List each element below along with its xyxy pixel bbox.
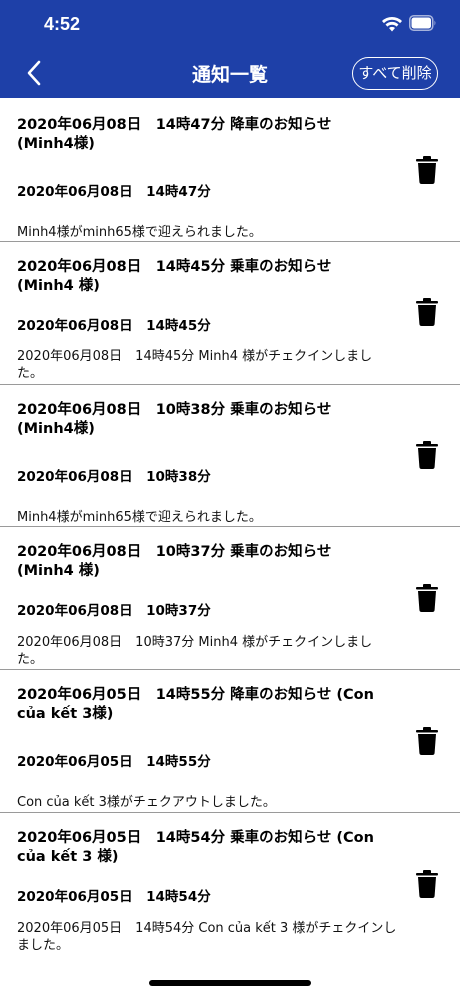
notification-message: Minh4様がminh65様で迎えられました。 [17,510,262,525]
trash-icon[interactable] [416,298,438,326]
notification-title: 2020年06月05日 14時54分 乗車のお知らせ (Con của kết … [17,830,374,865]
notification-datetime: 2020年06月08日 14時47分 [17,184,211,200]
notification-datetime: 2020年06月08日 10時37分 [17,603,211,619]
divider [0,812,460,813]
notification-title: 2020年06月05日 14時55分 降車のお知らせ (Con của kết … [17,687,374,722]
trash-icon[interactable] [416,727,438,755]
notification-message: Minh4様がminh65様で迎えられました。 [17,225,262,240]
battery-icon [409,15,436,31]
divider [0,241,460,242]
notification-datetime: 2020年06月05日 14時55分 [17,754,211,770]
trash-icon[interactable] [416,870,438,898]
nav-bar: 通知一覧 すべて削除 [0,52,460,98]
trash-icon[interactable] [416,584,438,612]
notification-message: Con của kết 3様がチェクアウトしました。 [17,795,276,810]
trash-icon[interactable] [416,156,438,184]
notification-datetime: 2020年06月05日 14時54分 [17,889,211,905]
status-bar: 4:52 [0,0,460,52]
divider [0,526,460,527]
home-indicator[interactable] [149,980,311,986]
delete-all-button[interactable]: すべて削除 [352,57,438,90]
notification-title: 2020年06月08日 14時47分 降車のお知らせ (Minh4様) [17,117,332,152]
notification-datetime: 2020年06月08日 10時38分 [17,469,211,485]
status-time: 4:52 [44,14,81,34]
notification-message: 2020年06月08日 14時45分 Minh4 様がチェクインしました。 [17,349,373,381]
trash-icon[interactable] [416,441,438,469]
notification-title: 2020年06月08日 10時38分 乗車のお知らせ (Minh4様) [17,402,332,437]
notification-message: 2020年06月05日 14時54分 Con của kết 3 様がチェクイン… [17,921,397,953]
notification-title: 2020年06月08日 10時37分 乗車のお知らせ (Minh4 様) [17,544,332,579]
notification-title: 2020年06月08日 14時45分 乗車のお知らせ (Minh4 様) [17,259,332,294]
notification-datetime: 2020年06月08日 14時45分 [17,318,211,334]
notification-message: 2020年06月08日 10時37分 Minh4 様がチェクインしました。 [17,635,373,667]
app-header: 4:52 通知一覧 すべて削除 [0,0,460,98]
divider [0,384,460,385]
divider [0,669,460,670]
wifi-icon [382,17,402,32]
